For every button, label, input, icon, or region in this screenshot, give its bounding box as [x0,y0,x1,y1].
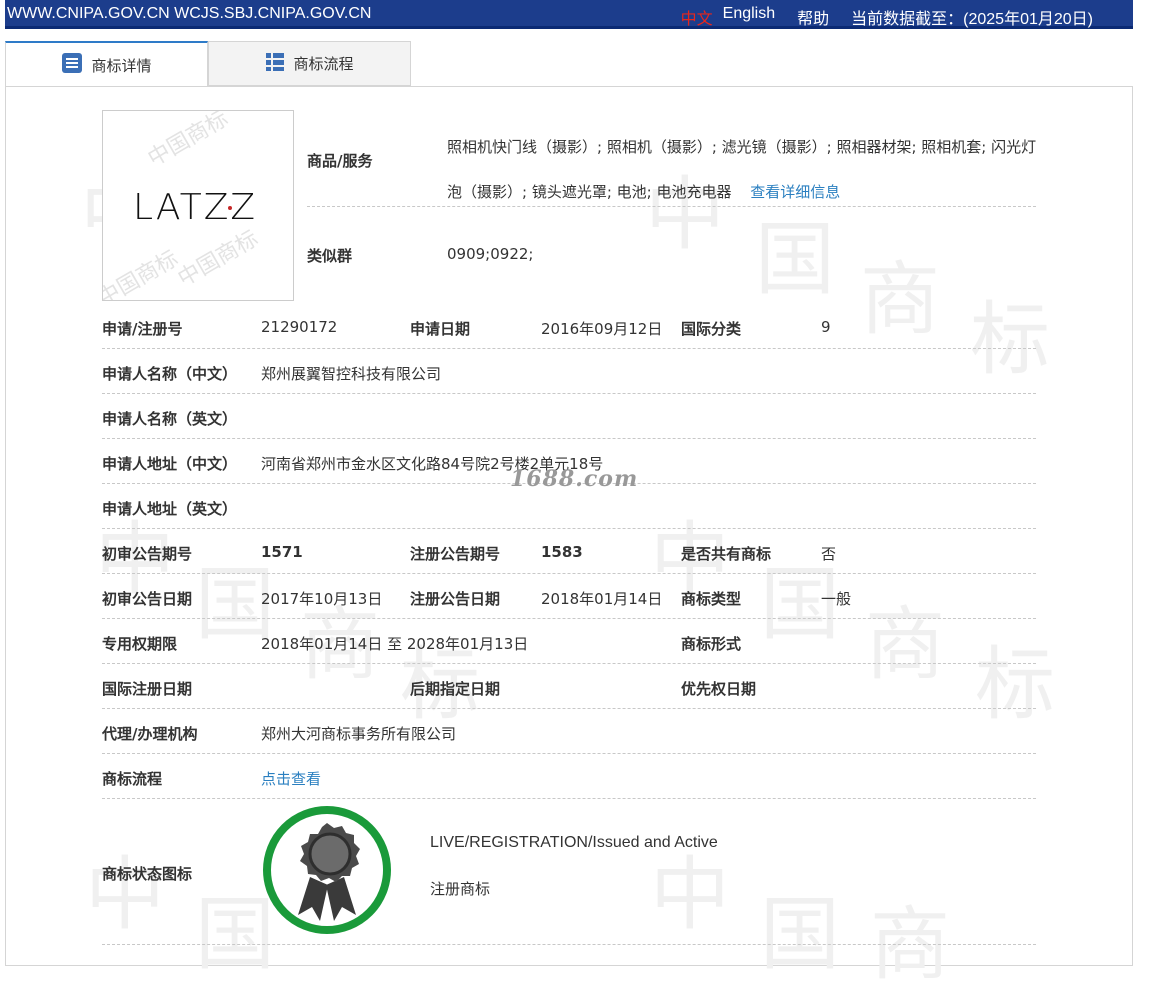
reg-pub-date-value: 2018年01月14日 [541,590,663,608]
applicant-en-label: 申请人名称（英文） [102,410,238,428]
tm-form-label: 商标形式 [681,635,742,653]
address-cn-label: 申请人地址（中文） [102,455,238,473]
prelim-date-value: 2017年10月13日 [261,590,383,608]
prelim-date-label: 初审公告日期 [102,590,193,608]
divider [102,798,1036,799]
tab-trademark-process[interactable]: 商标流程 [208,41,411,86]
applicant-cn-label: 申请人名称（中文） [102,365,238,383]
logo-watermark: 中国商标 [102,246,183,301]
registered-badge-icon [262,805,392,935]
divider [102,663,1036,664]
watermark-glyph: 中 [85,848,165,941]
trademark-image: 中国商标 中国商标 中国商标 LATZZ [102,110,294,301]
lang-english-link[interactable]: English [723,5,775,29]
tab-label: 商标详情 [91,56,152,75]
similar-group-value: 0909;0922; [447,245,534,263]
tab-trademark-details[interactable]: 商标详情 [5,41,208,87]
watermark-glyph: 标 [970,293,1050,386]
tm-type-label: 商标类型 [681,590,742,608]
tm-type-value: 一般 [821,590,852,608]
help-link[interactable]: 帮助 [797,5,829,29]
intl-reg-date-label: 国际注册日期 [102,680,193,698]
address-en-label: 申请人地址（英文） [102,500,238,518]
similar-group-label: 类似群 [307,247,353,265]
view-details-link[interactable]: 查看详细信息 [750,183,840,201]
top-header-bar: WWW.CNIPA.GOV.CN WCJS.SBJ.CNIPA.GOV.CN 中… [5,0,1133,29]
priority-label: 优先权日期 [681,680,757,698]
agent-value: 郑州大河商标事务所有限公司 [261,725,457,743]
divider [307,206,1036,207]
divider [102,618,1036,619]
grid-list-icon [265,52,285,76]
exclusive-value: 2018年01月14日 至 2028年01月13日 [261,635,529,653]
prelim-no-label: 初审公告期号 [102,545,193,563]
watermark-glyph: 标 [975,638,1055,731]
trademark-logo-text: LATZZ [133,187,258,228]
exclusive-label: 专用权期限 [102,635,178,653]
view-process-link[interactable]: 点击查看 [261,768,321,789]
watermark-glyph: 商 [865,598,945,691]
apply-date-value: 2016年09月12日 [541,320,663,338]
reg-pub-no-label: 注册公告期号 [410,545,501,563]
document-list-icon [61,52,83,78]
tab-label: 商标流程 [293,55,354,73]
shared-label: 是否共有商标 [681,545,772,563]
divider [102,528,1036,529]
divider [102,753,1036,754]
intl-class-label: 国际分类 [681,320,742,338]
watermark-glyph: 商 [870,898,950,991]
reg-no-value: 21290172 [261,318,338,336]
divider [102,438,1036,439]
goods-list: 照相机快门线（摄影）; 照相机（摄影）; 滤光镜（摄影）; 照相器材架; 照相机… [447,138,1037,201]
applicant-cn-value: 郑州展翼智控科技有限公司 [261,365,442,383]
intl-class-value: 9 [821,318,831,336]
lang-chinese-link[interactable]: 中文 [681,5,713,29]
watermark-glyph: 商 [860,253,940,346]
shared-value: 否 [821,545,837,563]
divider [102,573,1036,574]
later-designation-label: 后期指定日期 [410,680,501,698]
reg-no-label: 申请/注册号 [102,320,183,338]
prelim-no-value: 1571 [261,543,303,561]
status-cn-text: 注册商标 [430,880,491,898]
status-en-text: LIVE/REGISTRATION/Issued and Active [430,834,718,851]
apply-date-label: 申请日期 [410,320,471,338]
site-domains: WWW.CNIPA.GOV.CN WCJS.SBJ.CNIPA.GOV.CN [7,5,372,22]
agent-label: 代理/办理机构 [102,725,198,743]
status-icon-label: 商标状态图标 [102,865,193,883]
divider [102,393,1036,394]
process-label: 商标流程 [102,770,163,788]
site-watermark: 1688.com [510,466,639,492]
logo-watermark: 中国商标 [173,226,263,292]
divider [102,708,1036,709]
divider [102,944,1036,945]
data-cutoff-text: 当前数据截至：(2025年01月20日) [851,11,1093,28]
logo-watermark: 中国商标 [143,110,233,172]
watermark-glyph: 国 [760,888,840,981]
reg-pub-no-value: 1583 [541,543,583,561]
divider [102,348,1036,349]
goods-label: 商品/服务 [307,152,373,170]
goods-value: 照相机快门线（摄影）; 照相机（摄影）; 滤光镜（摄影）; 照相器材架; 照相机… [447,125,1037,215]
logo-red-dot [228,206,232,210]
reg-pub-date-label: 注册公告日期 [410,590,501,608]
